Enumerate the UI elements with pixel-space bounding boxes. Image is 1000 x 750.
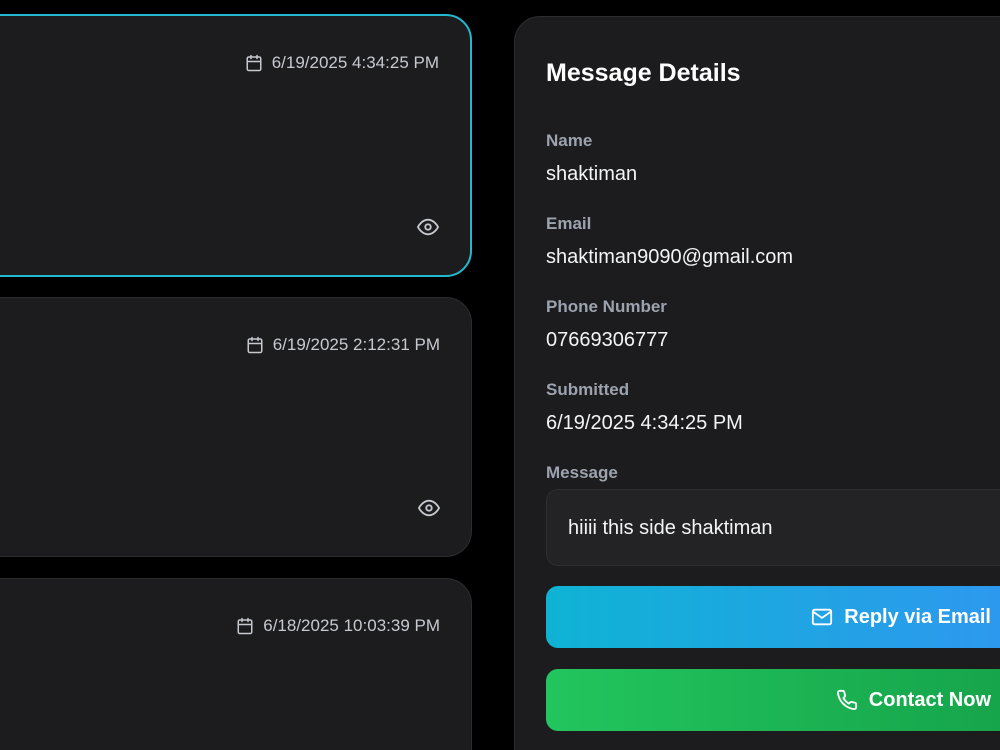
- phone-icon: [836, 689, 857, 711]
- reply-email-label: Reply via Email: [844, 605, 991, 628]
- message-date-text: 6/19/2025 2:12:31 PM: [272, 335, 440, 354]
- message-card[interactable]: 6/18/2025 10:03:39 PM: [0, 578, 472, 750]
- message-text: hiiii this side shaktiman: [568, 517, 773, 539]
- message-details-panel: Message Details Name shaktiman Email sha…: [514, 16, 1000, 750]
- view-message-button[interactable]: [418, 497, 440, 519]
- submitted-label: Submitted: [546, 380, 630, 399]
- message-date-text: 6/18/2025 10:03:39 PM: [263, 616, 440, 635]
- phone-value: 07669306777: [546, 329, 669, 351]
- message-card[interactable]: 6/19/2025 2:12:31 PM: [0, 297, 472, 557]
- contact-now-label: Contact Now: [868, 688, 991, 711]
- submitted-value: 6/19/2025 4:34:25 PM: [546, 412, 743, 434]
- message-date-text: 6/19/2025 4:34:25 PM: [271, 53, 439, 72]
- contact-now-button[interactable]: Contact Now: [546, 669, 1000, 731]
- name-label: Name: [546, 131, 593, 150]
- name-value: shaktiman: [546, 163, 638, 185]
- email-label: Email: [546, 214, 592, 233]
- eye-icon: [418, 499, 440, 517]
- eye-icon: [417, 218, 439, 236]
- calendar-icon: [246, 54, 262, 72]
- email-value: shaktiman9090@gmail.com: [546, 246, 794, 268]
- message-date: 6/19/2025 4:34:25 PM: [245, 53, 439, 73]
- phone-label: Phone Number: [546, 297, 667, 316]
- message-label: Message: [546, 463, 618, 482]
- calendar-icon: [237, 617, 253, 635]
- mail-icon: [812, 608, 833, 626]
- message-card[interactable]: 6/19/2025 4:34:25 PM: [0, 14, 472, 277]
- message-date: 6/19/2025 2:12:31 PM: [246, 335, 440, 355]
- message-box: hiiii this side shaktiman: [546, 489, 1000, 566]
- calendar-icon: [247, 336, 263, 354]
- panel-title: Message Details: [546, 59, 741, 87]
- view-message-button[interactable]: [417, 216, 439, 238]
- message-date: 6/18/2025 10:03:39 PM: [236, 616, 440, 636]
- reply-email-button[interactable]: Reply via Email: [546, 586, 1000, 648]
